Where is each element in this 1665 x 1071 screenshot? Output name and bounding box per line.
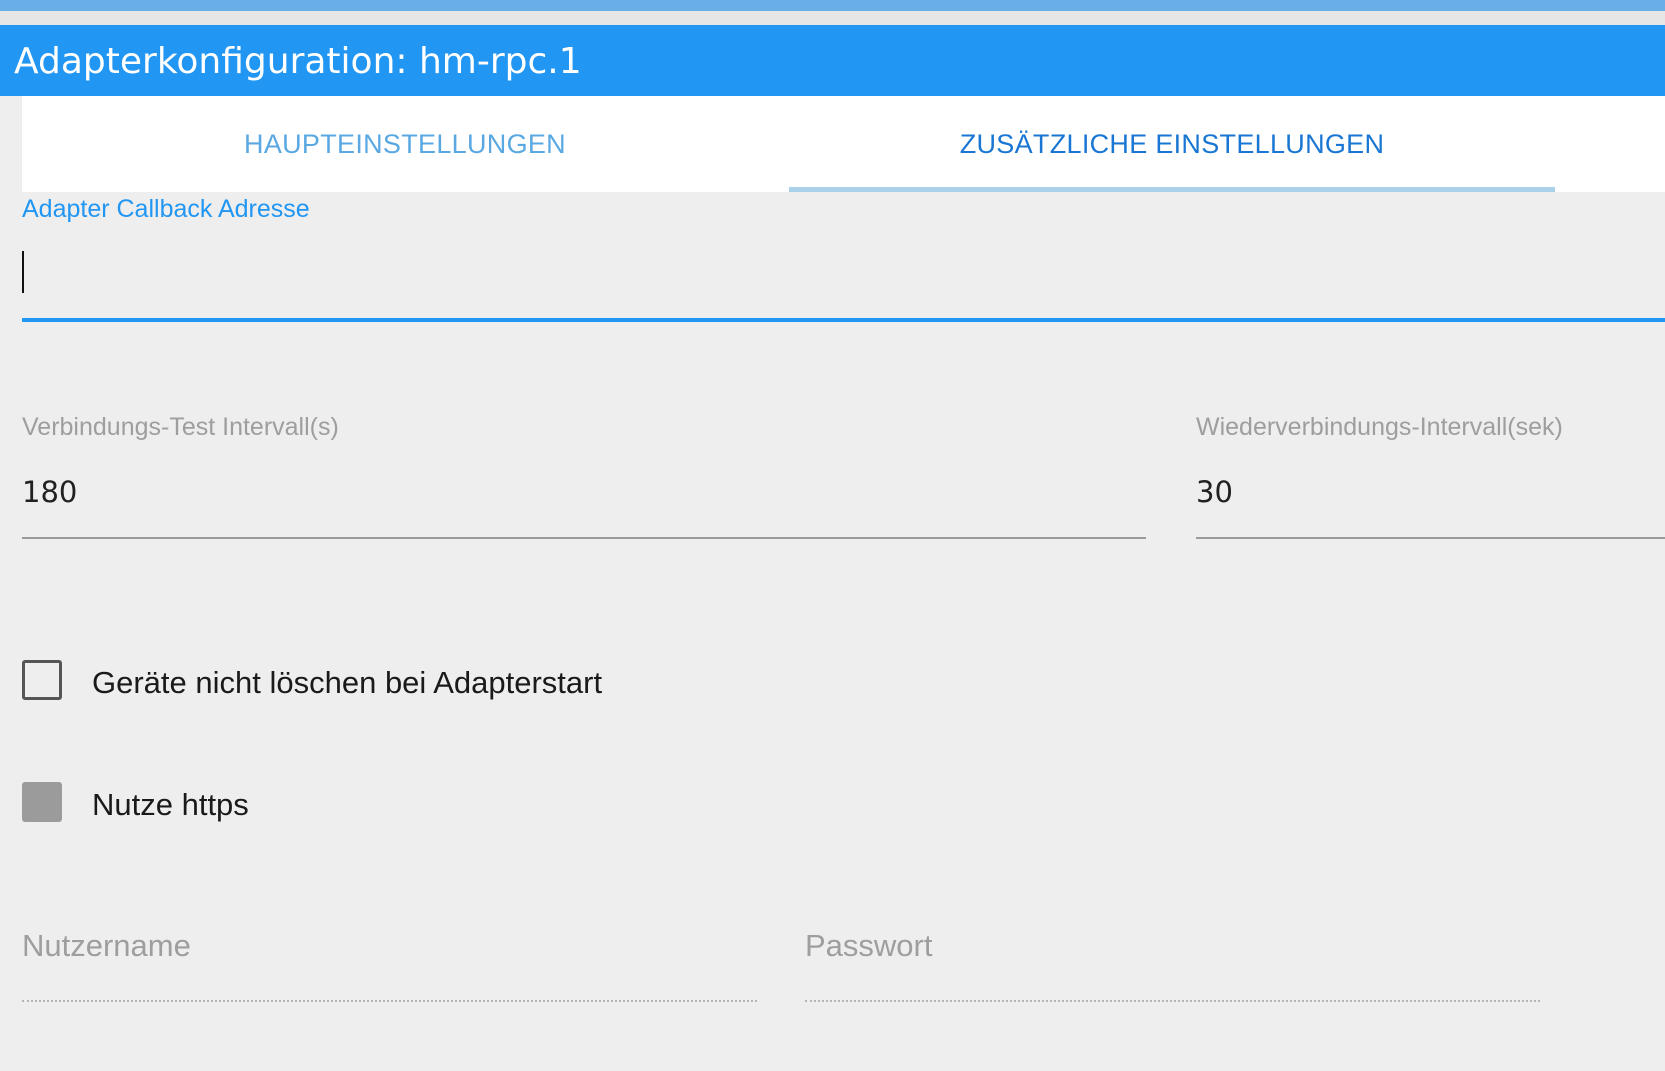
use-https-label: Nutze https	[92, 787, 249, 822]
tab-bar: HAUPTEINSTELLUNGEN ZUSÄTZLICHE EINSTELLU…	[22, 96, 1665, 192]
reconnect-interval-label: Wiederverbindungs-Intervall(sek)	[1196, 413, 1563, 441]
browser-top-strip	[0, 0, 1665, 11]
reconnect-interval-underline	[1196, 537, 1665, 539]
test-interval-label: Verbindungs-Test Intervall(s)	[22, 413, 339, 441]
test-interval-underline	[22, 537, 1146, 539]
tab-zusaetzliche-einstellungen[interactable]: ZUSÄTZLICHE EINSTELLUNGEN	[789, 96, 1555, 192]
top-gap	[0, 11, 1665, 25]
use-https-checkbox[interactable]	[22, 782, 62, 822]
callback-address-underline	[22, 318, 1665, 322]
text-caret	[22, 251, 24, 293]
tab-haupteinstellungen[interactable]: HAUPTEINSTELLUNGEN	[22, 96, 788, 192]
page-title: Adapterkonfiguration: hm-rpc.1	[14, 41, 582, 82]
callback-address-label: Adapter Callback Adresse	[22, 195, 310, 223]
test-interval-input[interactable]	[22, 467, 1146, 517]
reconnect-interval-input[interactable]	[1196, 467, 1665, 517]
username-input[interactable]	[22, 925, 757, 995]
username-underline	[22, 1000, 757, 1002]
callback-address-input[interactable]	[22, 246, 1665, 298]
dont-delete-devices-checkbox[interactable]	[22, 660, 62, 700]
password-underline	[805, 1000, 1540, 1002]
active-tab-indicator	[789, 187, 1555, 192]
password-input[interactable]	[805, 925, 1540, 995]
dont-delete-devices-label: Geräte nicht löschen bei Adapterstart	[92, 665, 603, 700]
